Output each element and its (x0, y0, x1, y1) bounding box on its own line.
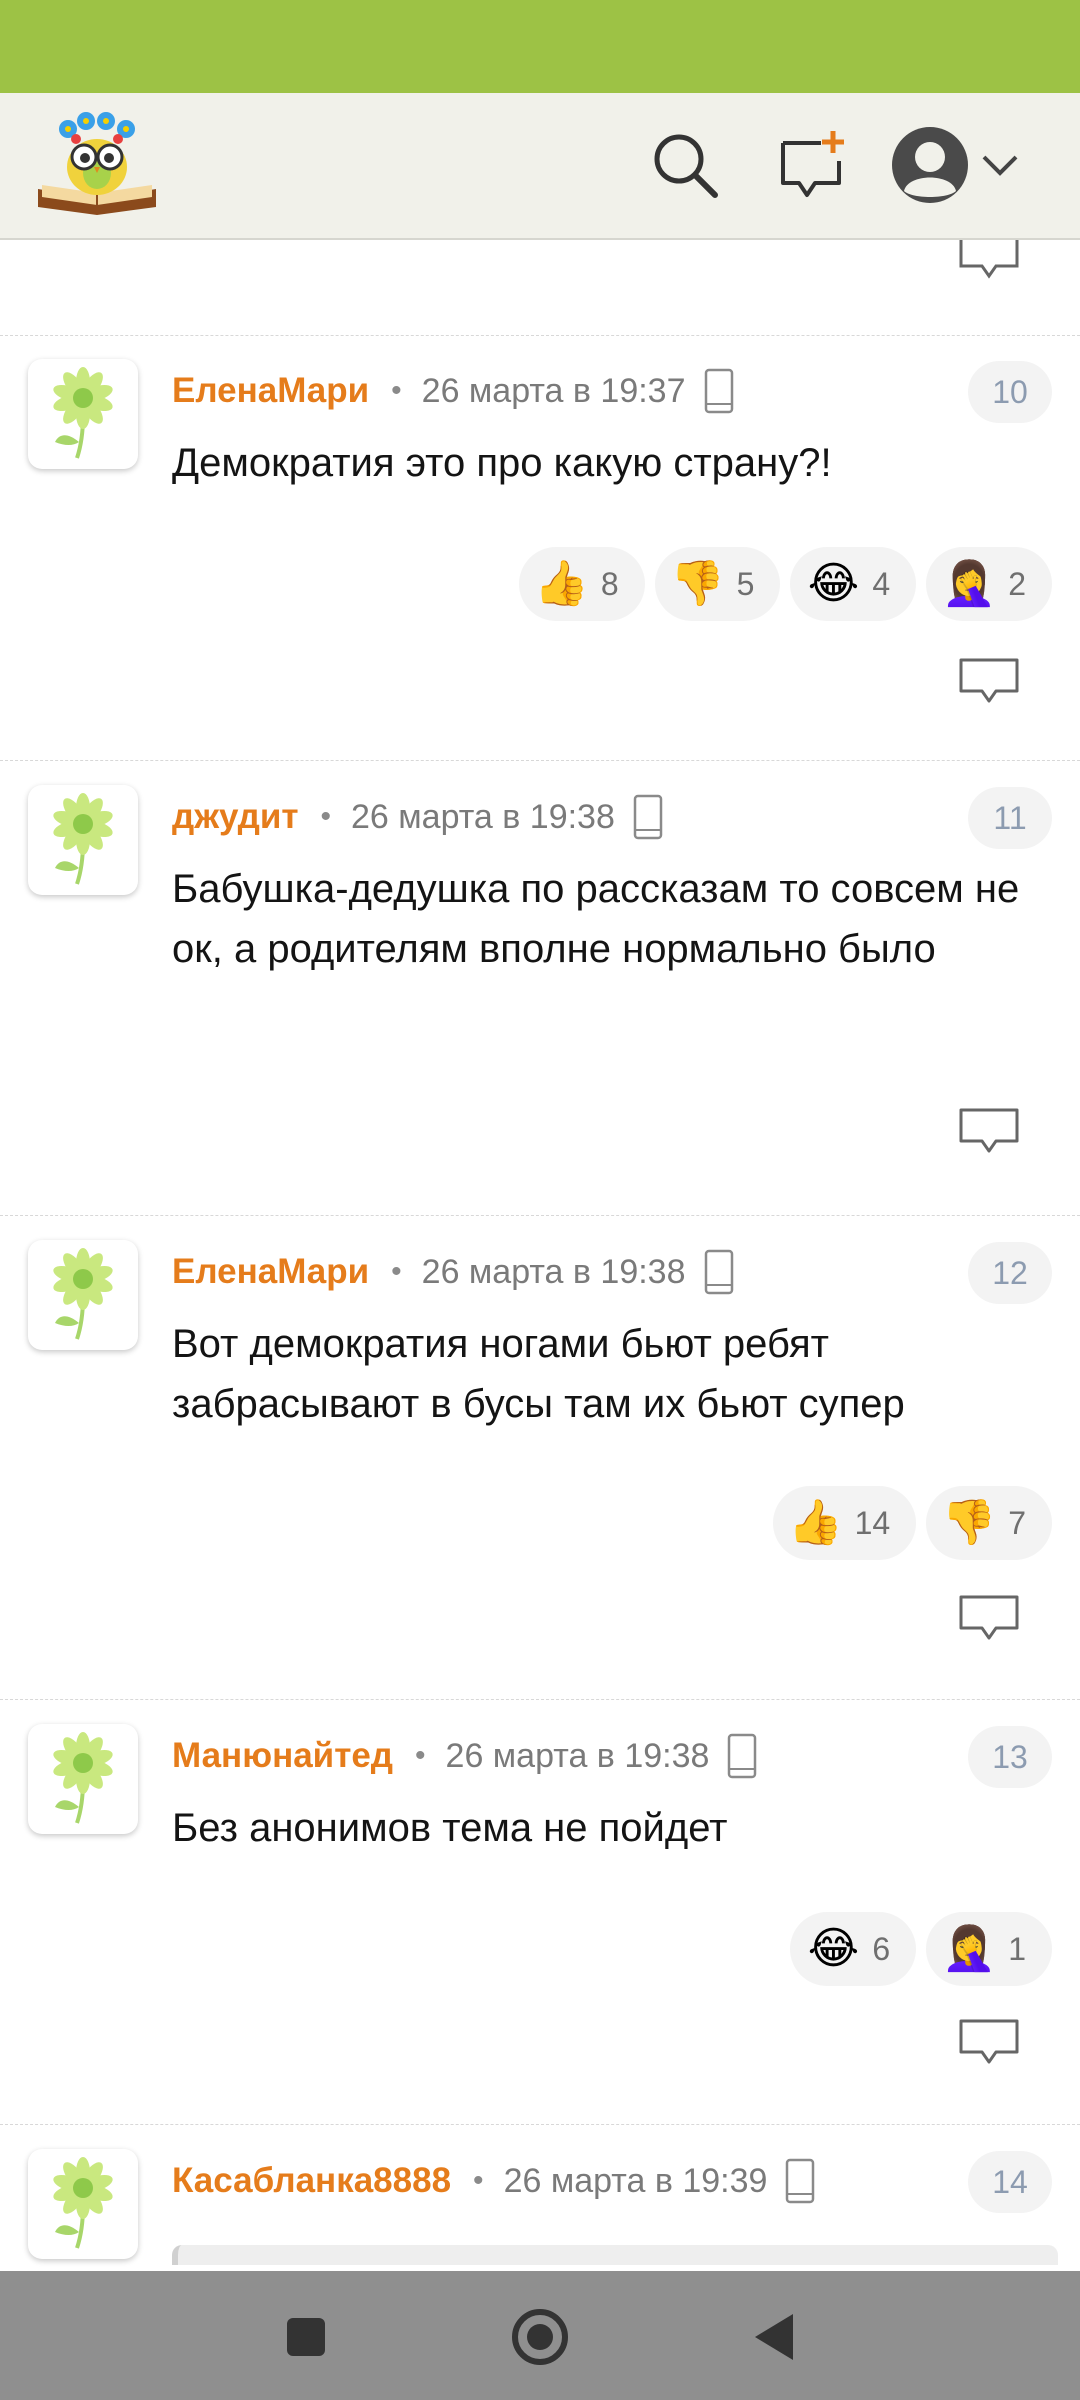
new-post-icon (777, 129, 849, 206)
status-bar (0, 0, 1080, 93)
home-button[interactable] (500, 2299, 580, 2379)
comment-item: ЕленаМари • 26 марта в 19:37 10 Демократи… (0, 335, 1080, 761)
user-avatar[interactable] (28, 785, 138, 895)
comment-number[interactable]: 14 (968, 2151, 1052, 2213)
author-name[interactable]: джудит (172, 797, 299, 837)
reaction-count: 4 (872, 565, 891, 602)
reaction-count: 7 (1008, 1504, 1026, 1541)
author-name[interactable]: ЕленаМари (172, 371, 369, 411)
comment-item: Манюнайтед • 26 марта в 19:38 13 Без анон… (0, 1700, 1080, 2125)
comment-text: Демократия это про какую страну?! (172, 441, 832, 485)
meta-separator: • (320, 800, 332, 833)
mobile-device-icon (727, 1733, 757, 1779)
mobile-device-icon (785, 2158, 815, 2204)
square-icon (285, 2316, 327, 2363)
owl-book-logo-icon[interactable] (34, 107, 160, 219)
back-button[interactable] (734, 2299, 814, 2379)
meta-separator: • (391, 374, 402, 407)
user-avatar[interactable] (28, 1240, 138, 1350)
system-nav-bar (0, 2271, 1080, 2400)
reaction-button[interactable]: 👍 8 (518, 547, 645, 621)
comment-text: Бабушка-дедушка по рассказам то совсем н… (172, 867, 1020, 971)
flower-avatar-icon (41, 1243, 125, 1348)
comment-item: ЕленаМари • 26 марта в 19:38 12 Вот демок… (0, 1216, 1080, 1700)
mobile-device-icon (704, 368, 734, 414)
reaction-count: 2 (1008, 565, 1026, 602)
meta-separator: • (473, 2164, 484, 2197)
reactions-row: 😂 6 🤦‍♀️ 1 (790, 1912, 1052, 1986)
reaction-button[interactable]: 😂 6 (790, 1912, 917, 1986)
comment-text: Без анонимов тема не пойдет (172, 1806, 728, 1850)
reaction-button[interactable]: 👍 14 (772, 1486, 917, 1560)
comment-date: 26 марта в 19:38 (445, 1736, 710, 1775)
reaction-emoji-icon: 👍 (788, 1498, 843, 1547)
comment-meta: ЕленаМари • 26 марта в 19:38 (172, 1242, 734, 1302)
reaction-count: 14 (854, 1504, 891, 1541)
flower-avatar-icon (41, 2152, 125, 2257)
reaction-button[interactable]: 🤦‍♀️ 2 (926, 547, 1052, 621)
reaction-emoji-icon: 🤦‍♀️ (941, 559, 997, 608)
triangle-back-icon (751, 2312, 797, 2367)
reaction-emoji-icon: 🤦‍♀️ (941, 1924, 997, 1973)
mobile-device-icon (633, 794, 663, 840)
comment-meta: ЕленаМари • 26 марта в 19:37 (172, 361, 734, 421)
mobile-device-icon (704, 1249, 734, 1295)
comment-item: джудит • 26 марта в 19:38 11 Бабушка-деду… (0, 761, 1080, 1216)
reaction-emoji-icon: 😂 (807, 1924, 860, 1973)
reply-bubble-icon[interactable] (958, 2018, 1020, 2068)
author-name[interactable]: Касабланка8888 (172, 2161, 451, 2201)
new-post-button[interactable] (768, 123, 858, 211)
comment-text: Вот демократия ногами бьют ребят забрасы… (172, 1322, 905, 1426)
meta-separator: • (391, 1255, 402, 1288)
reply-bubble-icon[interactable] (958, 1594, 1020, 1644)
reaction-button[interactable]: 🤦‍♀️ 1 (926, 1912, 1052, 1986)
profile-menu-button[interactable] (890, 123, 1040, 211)
author-name[interactable]: Манюнайтед (172, 1736, 393, 1776)
comment-date: 26 марта в 19:38 (421, 1252, 686, 1291)
meta-separator: • (415, 1739, 426, 1772)
comment-date: 26 марта в 19:38 (351, 797, 615, 836)
comment-meta: Манюнайтед • 26 марта в 19:38 (172, 1726, 757, 1786)
reply-bubble-icon[interactable] (958, 1107, 1020, 1157)
flower-avatar-icon (41, 788, 125, 893)
reaction-emoji-icon: 😂 (807, 559, 860, 608)
reply-bubble-icon[interactable] (958, 240, 1020, 290)
reaction-count: 1 (1008, 1930, 1026, 1967)
comment-date: 26 марта в 19:37 (421, 371, 686, 410)
reaction-count: 6 (872, 1930, 891, 1967)
comment-number[interactable]: 13 (968, 1726, 1052, 1788)
comment-meta: джудит • 26 марта в 19:38 (172, 787, 663, 847)
reaction-button[interactable]: 👎 5 (654, 547, 781, 621)
comment-number[interactable]: 12 (968, 1242, 1052, 1304)
reaction-emoji-icon: 👍 (534, 559, 590, 608)
flower-avatar-icon (41, 362, 125, 467)
user-avatar[interactable] (28, 1724, 138, 1834)
comment-number[interactable]: 11 (968, 787, 1052, 849)
comment-meta: Касабланка8888 • 26 марта в 19:39 (172, 2151, 815, 2211)
recent-apps-button[interactable] (266, 2299, 346, 2379)
search-icon (649, 129, 721, 206)
profile-avatar-icon (890, 125, 970, 210)
author-name[interactable]: ЕленаМари (172, 1252, 369, 1292)
reaction-button[interactable]: 😂 4 (790, 547, 917, 621)
reaction-emoji-icon: 👎 (670, 559, 725, 608)
reaction-count: 5 (736, 565, 755, 602)
previous-comment-tail (0, 240, 1080, 336)
search-button[interactable] (640, 123, 730, 211)
reaction-count: 8 (600, 565, 619, 602)
comment-date: 26 марта в 19:39 (503, 2161, 768, 2200)
app-header (0, 93, 1080, 240)
reaction-button[interactable]: 👎 7 (926, 1486, 1052, 1560)
comment-number[interactable]: 10 (968, 361, 1052, 423)
quote-block (172, 2245, 1058, 2265)
circle-home-icon (510, 2307, 570, 2372)
reply-bubble-icon[interactable] (958, 657, 1020, 707)
reaction-emoji-icon: 👎 (941, 1498, 997, 1547)
chevron-down-icon (980, 153, 1020, 182)
reactions-row: 👍 8 👎 5 😂 4 🤦‍♀️ 2 (518, 547, 1052, 621)
user-avatar[interactable] (28, 2149, 138, 2259)
user-avatar[interactable] (28, 359, 138, 469)
flower-avatar-icon (41, 1727, 125, 1832)
reactions-row: 👍 14 👎 7 (772, 1486, 1052, 1560)
